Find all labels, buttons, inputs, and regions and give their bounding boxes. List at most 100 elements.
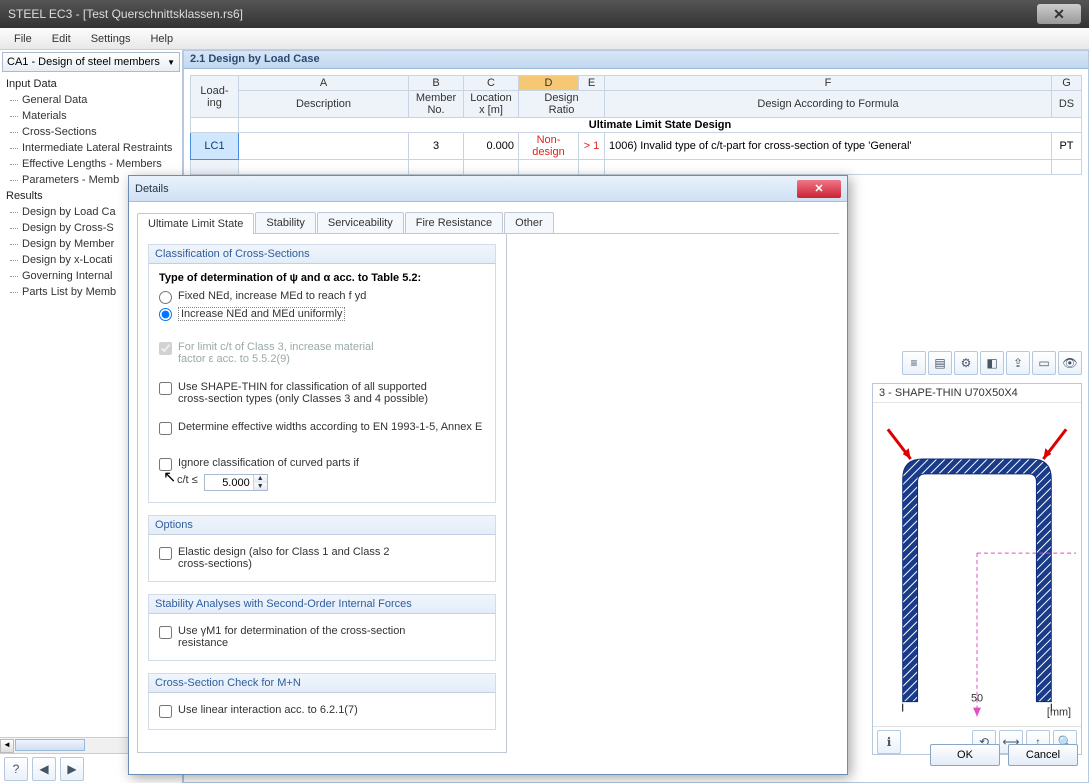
col-formula[interactable]: Design According to Formula bbox=[605, 91, 1052, 118]
col-d[interactable]: D bbox=[519, 76, 579, 91]
grid-header-row-1: Load- ing A B C D E F G bbox=[191, 76, 1082, 91]
dialog-close-button[interactable]: ✕ bbox=[797, 180, 841, 198]
table-row[interactable]: LC1 3 0.000 Non-design > 1 1006) Invalid… bbox=[191, 133, 1082, 160]
radio-fixed-ned[interactable]: Fixed NEd, increase MEd to reach f yd bbox=[159, 290, 485, 304]
main-header: 2.1 Design by Load Case bbox=[184, 51, 1088, 69]
group-header: Stability Analyses with Second-Order Int… bbox=[148, 594, 496, 614]
menu-file[interactable]: File bbox=[4, 31, 42, 47]
group-options: Options Elastic design (also for Class 1… bbox=[148, 515, 496, 582]
scroll-left-icon[interactable]: ◄ bbox=[0, 739, 14, 753]
radio-increase-uniformly[interactable]: Increase NEd and MEd uniformly bbox=[159, 307, 485, 321]
results-grid-wrap: Load- ing A B C D E F G Description Memb… bbox=[184, 69, 1088, 181]
chk-linear-interaction[interactable]: Use linear interaction acc. to 6.2.1(7) bbox=[159, 704, 485, 718]
menu-help[interactable]: Help bbox=[140, 31, 183, 47]
grid-header-row-2: Description Member No. Location x [m] De… bbox=[191, 91, 1082, 118]
group-classification: Classification of Cross-Sections Type of… bbox=[148, 244, 496, 503]
grid-section-row: Ultimate Limit State Design bbox=[191, 118, 1082, 133]
table-row[interactable] bbox=[191, 160, 1082, 175]
radio-label: Fixed NEd, increase MEd to reach f yd bbox=[178, 290, 366, 302]
col-location[interactable]: Location x [m] bbox=[464, 91, 519, 118]
chk-linear-interaction-input[interactable] bbox=[159, 705, 172, 718]
help-icon[interactable]: ? bbox=[4, 757, 28, 781]
chk-shape-thin[interactable]: Use SHAPE-THIN for classification of all… bbox=[159, 381, 485, 405]
nav-prev-icon[interactable]: ◀ bbox=[32, 757, 56, 781]
chart-icon[interactable]: ▤ bbox=[928, 351, 952, 375]
col-f[interactable]: F bbox=[605, 76, 1052, 91]
tree-item[interactable]: Intermediate Lateral Restraints bbox=[0, 140, 182, 156]
shape-title: 3 - SHAPE-THIN U70X50X4 bbox=[873, 384, 1081, 403]
eye-icon[interactable]: 👁 bbox=[1058, 351, 1082, 375]
window-titlebar: STEEL EC3 - [Test Querschnittsklassen.rs… bbox=[0, 0, 1089, 28]
radio-label: Increase NEd and MEd uniformly bbox=[178, 307, 345, 321]
chk-elastic-design-input[interactable] bbox=[159, 547, 172, 560]
cell-lc[interactable]: LC1 bbox=[191, 133, 239, 160]
tree-item[interactable]: Effective Lengths - Members bbox=[0, 156, 182, 172]
scroll-thumb[interactable] bbox=[15, 739, 85, 751]
col-b[interactable]: B bbox=[409, 76, 464, 91]
chk-effective-widths[interactable]: Determine effective widths according to … bbox=[159, 421, 485, 435]
chk-label: Use linear interaction acc. to 6.2.1(7) bbox=[178, 704, 358, 716]
col-ds[interactable]: DS bbox=[1052, 91, 1082, 118]
dialog-titlebar[interactable]: Details ✕ bbox=[129, 176, 847, 202]
chk-label: For limit c/t of Class 3, increase mater… bbox=[178, 341, 374, 365]
chk-elastic-design[interactable]: Elastic design (also for Class 1 and Cla… bbox=[159, 546, 485, 570]
menu-settings[interactable]: Settings bbox=[81, 31, 141, 47]
ok-button[interactable]: OK bbox=[930, 744, 1000, 766]
col-description[interactable]: Description bbox=[239, 91, 409, 118]
settings-icon[interactable]: ⚙ bbox=[954, 351, 978, 375]
tab-stability[interactable]: Stability bbox=[255, 212, 316, 233]
chk-shape-thin-input[interactable] bbox=[159, 382, 172, 395]
window-close-button[interactable]: ✕ bbox=[1037, 4, 1081, 24]
spin-up-icon[interactable]: ▲ bbox=[253, 475, 267, 483]
chevron-down-icon: ▼ bbox=[167, 58, 175, 67]
radio-increase-input[interactable] bbox=[159, 308, 172, 321]
col-e[interactable]: E bbox=[579, 76, 605, 91]
col-a[interactable]: A bbox=[239, 76, 409, 91]
view-toolbar: ≡ ▤ ⚙ ◧ ⇪ ▭ 👁 bbox=[902, 351, 1082, 375]
radio-fixed-ned-input[interactable] bbox=[159, 291, 172, 304]
info-icon[interactable]: ℹ bbox=[877, 730, 901, 754]
cell-location: 0.000 bbox=[464, 133, 519, 160]
col-member-no[interactable]: Member No. bbox=[409, 91, 464, 118]
unit-label: [mm] bbox=[1047, 707, 1071, 719]
col-design-ratio[interactable]: Design Ratio bbox=[519, 91, 605, 118]
tab-ultimate-limit-state[interactable]: Ultimate Limit State bbox=[137, 213, 254, 234]
shape-canvas: 50 [mm] bbox=[873, 403, 1081, 723]
col-g[interactable]: G bbox=[1052, 76, 1082, 91]
tab-serviceability[interactable]: Serviceability bbox=[317, 212, 404, 233]
select-icon[interactable]: ▭ bbox=[1032, 351, 1056, 375]
tab-fire-resistance[interactable]: Fire Resistance bbox=[405, 212, 503, 233]
chk-gamma-m1[interactable]: Use γM1 for determination of the cross-s… bbox=[159, 625, 485, 649]
cancel-button[interactable]: Cancel bbox=[1008, 744, 1078, 766]
results-grid[interactable]: Load- ing A B C D E F G Description Memb… bbox=[190, 75, 1082, 175]
group-header: Cross-Section Check for M+N bbox=[148, 673, 496, 693]
chk-ignore-curved[interactable]: Ignore classification of curved parts if… bbox=[159, 457, 485, 471]
tree-item[interactable]: General Data bbox=[0, 92, 182, 108]
chk-label: Ignore classification of curved parts if bbox=[178, 457, 359, 469]
details-dialog: Details ✕ Ultimate Limit State Stability… bbox=[128, 175, 848, 775]
tab-other[interactable]: Other bbox=[504, 212, 554, 233]
case-dropdown-label: CA1 - Design of steel members bbox=[7, 56, 160, 68]
chk-ignore-curved-input[interactable] bbox=[159, 458, 172, 471]
ct-spinner[interactable]: ▲▼ bbox=[204, 474, 268, 491]
menu-edit[interactable]: Edit bbox=[42, 31, 81, 47]
col-c[interactable]: C bbox=[464, 76, 519, 91]
ct-input[interactable] bbox=[205, 476, 253, 490]
colors-icon[interactable]: ◧ bbox=[980, 351, 1004, 375]
nav-next-icon[interactable]: ▶ bbox=[60, 757, 84, 781]
tree-item[interactable]: Materials bbox=[0, 108, 182, 124]
chk-gamma-m1-input[interactable] bbox=[159, 626, 172, 639]
window-title: STEEL EC3 - [Test Querschnittsklassen.rs… bbox=[8, 7, 1037, 21]
dim-label: 50 bbox=[971, 693, 983, 705]
chk-effective-widths-input[interactable] bbox=[159, 422, 172, 435]
spin-down-icon[interactable]: ▼ bbox=[253, 483, 267, 491]
export-icon[interactable]: ⇪ bbox=[1006, 351, 1030, 375]
case-dropdown[interactable]: CA1 - Design of steel members ▼ bbox=[2, 52, 180, 72]
tree-input-data[interactable]: Input Data bbox=[0, 76, 182, 92]
filter-icon[interactable]: ≡ bbox=[902, 351, 926, 375]
chk-limit-ct-input bbox=[159, 342, 172, 355]
ct-label: c/t ≤ bbox=[177, 474, 198, 486]
col-loading[interactable]: Load- ing bbox=[191, 76, 239, 118]
tree-item[interactable]: Cross-Sections bbox=[0, 124, 182, 140]
chk-label: Use SHAPE-THIN for classification of all… bbox=[178, 381, 428, 405]
